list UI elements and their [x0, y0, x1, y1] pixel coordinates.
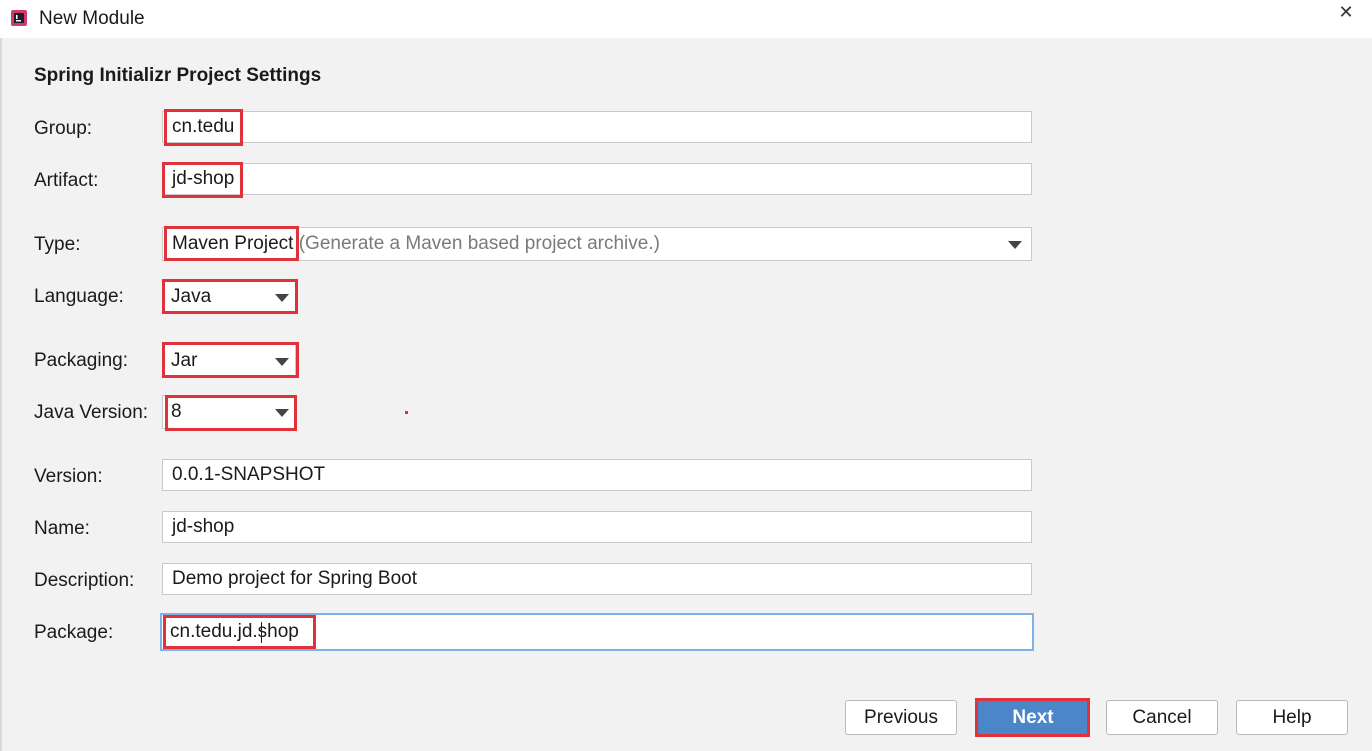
name-value: jd-shop [172, 516, 235, 537]
type-label: Type: [34, 234, 81, 255]
packaging-value: Jar [171, 350, 198, 371]
version-value: 0.0.1-SNAPSHOT [172, 464, 326, 485]
next-button[interactable]: Next [977, 700, 1089, 735]
artifact-label: Artifact: [34, 170, 99, 191]
stray-mark [405, 411, 408, 414]
description-label: Description: [34, 570, 135, 591]
window-title: New Module [39, 8, 145, 29]
type-value: Maven Project [172, 233, 294, 254]
group-label: Group: [34, 118, 93, 139]
window-border [0, 38, 2, 751]
name-field[interactable]: jd-shop [162, 511, 1032, 543]
intellij-app-icon [11, 10, 27, 26]
close-icon[interactable]: ✕ [1336, 2, 1356, 22]
packaging-label: Packaging: [34, 350, 129, 371]
chevron-down-icon[interactable] [1008, 241, 1022, 249]
java-version-label: Java Version: [34, 402, 149, 423]
package-field[interactable]: cn.tedu.jd.shop [160, 613, 1034, 651]
java-version-value: 8 [171, 401, 182, 422]
description-value: Demo project for Spring Boot [172, 568, 418, 589]
previous-button[interactable]: Previous [845, 700, 957, 735]
type-dropdown[interactable]: Maven Project (Generate a Maven based pr… [162, 227, 1032, 261]
language-value: Java [171, 286, 212, 307]
version-label: Version: [34, 466, 103, 487]
name-label: Name: [34, 518, 90, 539]
artifact-value: jd-shop [172, 168, 235, 189]
help-button[interactable]: Help [1236, 700, 1348, 735]
package-value: cn.tedu.jd.shop [170, 621, 299, 642]
type-hint: (Generate a Maven based project archive.… [298, 233, 660, 254]
chevron-down-icon[interactable] [275, 358, 289, 366]
language-label: Language: [34, 286, 124, 307]
group-field[interactable]: cn.tedu [162, 111, 1032, 143]
chevron-down-icon[interactable] [275, 409, 289, 417]
package-label: Package: [34, 622, 114, 643]
window-titlebar: New Module ✕ [0, 0, 1372, 38]
cancel-button[interactable]: Cancel [1106, 700, 1218, 735]
description-field[interactable]: Demo project for Spring Boot [162, 563, 1032, 595]
chevron-down-icon[interactable] [275, 294, 289, 302]
text-caret [261, 622, 262, 643]
version-field[interactable]: 0.0.1-SNAPSHOT [162, 459, 1032, 491]
section-title: Spring Initializr Project Settings [34, 65, 322, 86]
group-value: cn.tedu [172, 116, 235, 137]
artifact-field[interactable]: jd-shop [162, 163, 1032, 195]
